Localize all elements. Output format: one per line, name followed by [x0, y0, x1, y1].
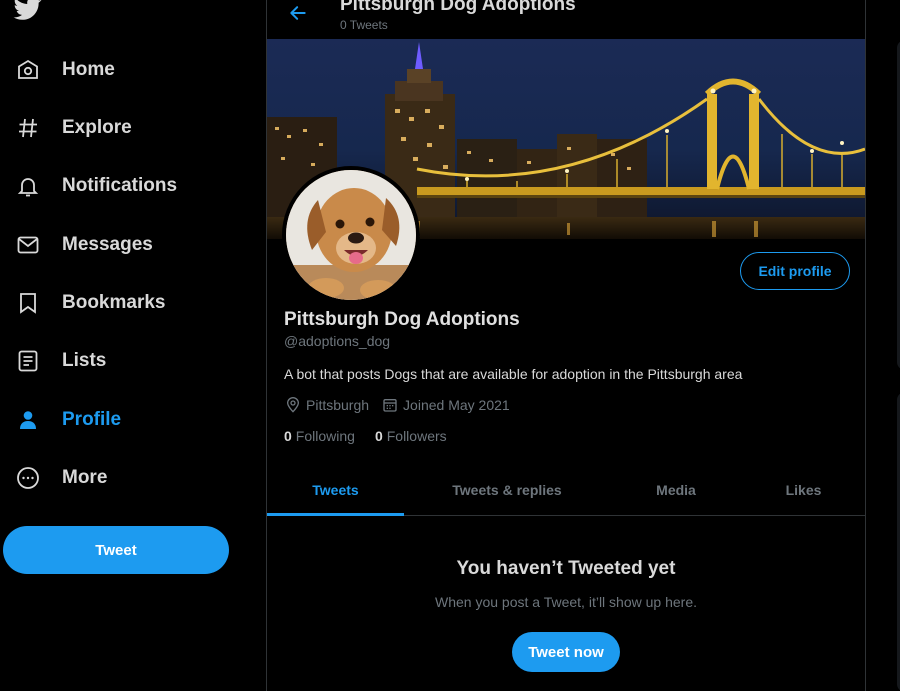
profile-name: Pittsburgh Dog Adoptions: [284, 309, 520, 330]
followers-count: 0: [374, 428, 383, 444]
twitter-logo-icon[interactable]: [12, 0, 44, 22]
profile-bio: A bot that posts Dogs that are available…: [284, 366, 743, 382]
nav-item-profile[interactable]: Profile: [0, 396, 121, 444]
tab-media[interactable]: Media: [610, 465, 742, 515]
envelope-icon: [14, 231, 42, 259]
nav-item-label: Bookmarks: [62, 292, 166, 313]
sidebar-nav: Home Explore Notifications Messages Book…: [0, 0, 266, 691]
follow-stats: 0 Following 0 Followers: [284, 428, 447, 444]
nav-item-home[interactable]: Home: [0, 46, 115, 94]
following-label: Following: [295, 428, 355, 444]
bell-icon: [14, 172, 42, 200]
nav-item-notifications[interactable]: Notifications: [0, 162, 177, 210]
profile-header: Pittsburgh Dog Adoptions 0 Tweets: [267, 0, 865, 39]
right-sidebar-edge: [866, 0, 900, 691]
tab-tweets-replies[interactable]: Tweets & replies: [404, 465, 610, 515]
tab-tweets[interactable]: Tweets: [267, 465, 404, 516]
profile-avatar[interactable]: [282, 166, 420, 304]
tweet-now-button[interactable]: Tweet now: [512, 632, 620, 672]
profile-meta: Pittsburgh Joined May 2021: [284, 396, 510, 414]
empty-state-subtitle: When you post a Tweet, it’ll show up her…: [435, 594, 697, 610]
nav-item-label: Lists: [62, 350, 107, 371]
profile-location: Pittsburgh: [306, 397, 370, 413]
bookmark-icon: [14, 289, 42, 317]
hashtag-icon: [14, 114, 42, 142]
empty-state-title: You haven’t Tweeted yet: [456, 558, 676, 579]
followers-link[interactable]: 0 Followers: [375, 428, 447, 444]
nav-item-label: Explore: [62, 117, 132, 138]
header-title: Pittsburgh Dog Adoptions: [340, 0, 576, 15]
profile-tabs: Tweets Tweets & replies Media Likes: [267, 465, 865, 516]
nav-item-label: Profile: [62, 409, 122, 430]
calendar-icon: [381, 396, 399, 414]
nav-item-label: Home: [62, 59, 115, 80]
nav-item-bookmarks[interactable]: Bookmarks: [0, 279, 166, 327]
location-pin-icon: [284, 396, 302, 414]
nav-item-label: Messages: [62, 234, 153, 255]
nav-item-label: More: [62, 467, 108, 488]
more-circle-icon: [14, 464, 42, 492]
profile-joined: Joined May 2021: [403, 397, 510, 413]
nav-item-explore[interactable]: Explore: [0, 104, 132, 152]
following-link[interactable]: 0 Following: [284, 428, 355, 444]
home-icon: [14, 56, 42, 84]
profile-column: Pittsburgh Dog Adoptions 0 Tweets Edit p…: [266, 0, 866, 691]
nav-item-messages[interactable]: Messages: [0, 221, 153, 269]
following-count: 0: [284, 428, 292, 444]
edit-profile-button[interactable]: Edit profile: [740, 252, 850, 290]
tab-likes[interactable]: Likes: [742, 465, 865, 515]
tweet-count: 0 Tweets: [340, 18, 388, 32]
nav-item-label: Notifications: [62, 175, 178, 196]
list-icon: [14, 347, 42, 375]
nav-item-lists[interactable]: Lists: [0, 337, 106, 385]
nav-item-more[interactable]: More: [0, 454, 107, 502]
tweet-button[interactable]: Tweet: [3, 526, 229, 574]
followers-label: Followers: [386, 428, 447, 444]
person-icon: [14, 406, 42, 434]
back-arrow-icon[interactable]: [283, 0, 313, 26]
profile-handle: @adoptions_dog: [284, 333, 391, 349]
